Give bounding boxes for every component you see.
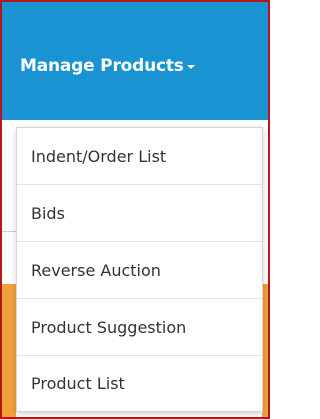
menu-item-reverse-auction[interactable]: Reverse Auction xyxy=(17,242,262,299)
menu-item-product-list[interactable]: Product List xyxy=(17,356,262,411)
menu-item-indent-order-list[interactable]: Indent/Order List xyxy=(17,128,262,185)
navigation-bar: Manage Products xyxy=(2,2,268,120)
menu-item-label: Reverse Auction xyxy=(31,260,161,280)
manage-products-dropdown-menu: Indent/Order List Bids Reverse Auction P… xyxy=(16,127,263,412)
page-background-left xyxy=(2,120,16,232)
menu-item-label: Bids xyxy=(31,203,65,223)
page-orange-band-left xyxy=(2,284,16,417)
menu-item-label: Product List xyxy=(31,374,125,393)
page-divider-left xyxy=(2,231,16,232)
menu-item-product-suggestion[interactable]: Product Suggestion xyxy=(17,299,262,356)
menu-item-label: Indent/Order List xyxy=(31,146,167,166)
manage-products-dropdown-toggle[interactable]: Manage Products xyxy=(2,46,268,86)
caret-down-icon xyxy=(186,65,195,69)
menu-item-bids[interactable]: Bids xyxy=(17,185,262,242)
manage-products-label: Manage Products xyxy=(20,56,184,76)
menu-item-label: Product Suggestion xyxy=(31,317,187,337)
